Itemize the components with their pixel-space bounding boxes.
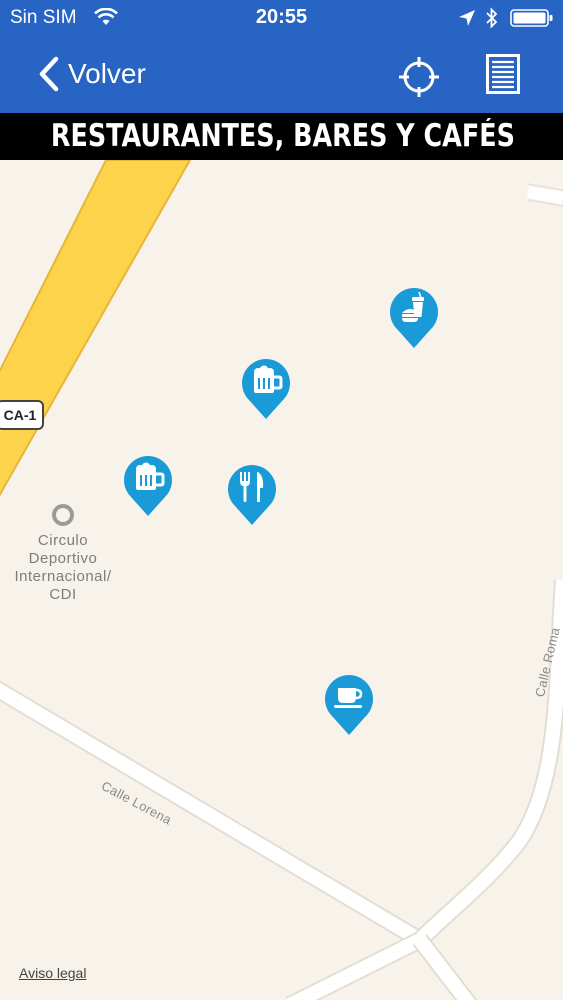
chevron-left-icon: [39, 56, 59, 92]
back-button-label: Volver: [68, 58, 146, 89]
cafe-marker[interactable]: [323, 674, 375, 736]
coffee-cup-icon: [334, 688, 363, 708]
status-bar: Sin SIM 20:55: [0, 0, 563, 36]
poi-marker-icon[interactable]: [52, 504, 74, 526]
crosshair-icon[interactable]: [398, 56, 440, 98]
beer-bar-marker[interactable]: [122, 455, 174, 517]
fast-food-marker[interactable]: [388, 287, 440, 349]
battery-icon: [510, 9, 553, 27]
poi-label-line: Circulo: [37, 532, 89, 549]
list-icon[interactable]: [486, 54, 520, 94]
location-arrow-icon: [459, 10, 475, 26]
poi-label-line: Deportivo: [28, 550, 98, 567]
page-title: RESTAURANTES, BARES Y CAFÉS: [50, 118, 515, 154]
title-banner: RESTAURANTES, BARES Y CAFÉS: [0, 113, 563, 160]
nav-bar: Volver: [0, 36, 563, 113]
poi-label-line: CDI: [49, 586, 77, 603]
beer-bar-marker[interactable]: [240, 358, 292, 420]
street-top-right-fill: [526, 186, 563, 204]
back-button[interactable]: Volver: [38, 54, 146, 94]
legal-notice-link[interactable]: Aviso legal: [19, 965, 86, 981]
clock: 20:55: [255, 6, 308, 28]
road-shield-ca1: CA-1: [0, 400, 44, 430]
poi-label[interactable]: Circulo Deportivo Internacional/ CDI: [0, 532, 126, 604]
poi-label-line: Internacional/: [14, 568, 112, 585]
street-roma-line: [413, 579, 563, 947]
map-view[interactable]: CA-1 Circulo Deportivo Internacional/ CD…: [0, 160, 563, 1000]
bluetooth-icon: [486, 7, 498, 29]
restaurant-marker[interactable]: [226, 464, 278, 526]
